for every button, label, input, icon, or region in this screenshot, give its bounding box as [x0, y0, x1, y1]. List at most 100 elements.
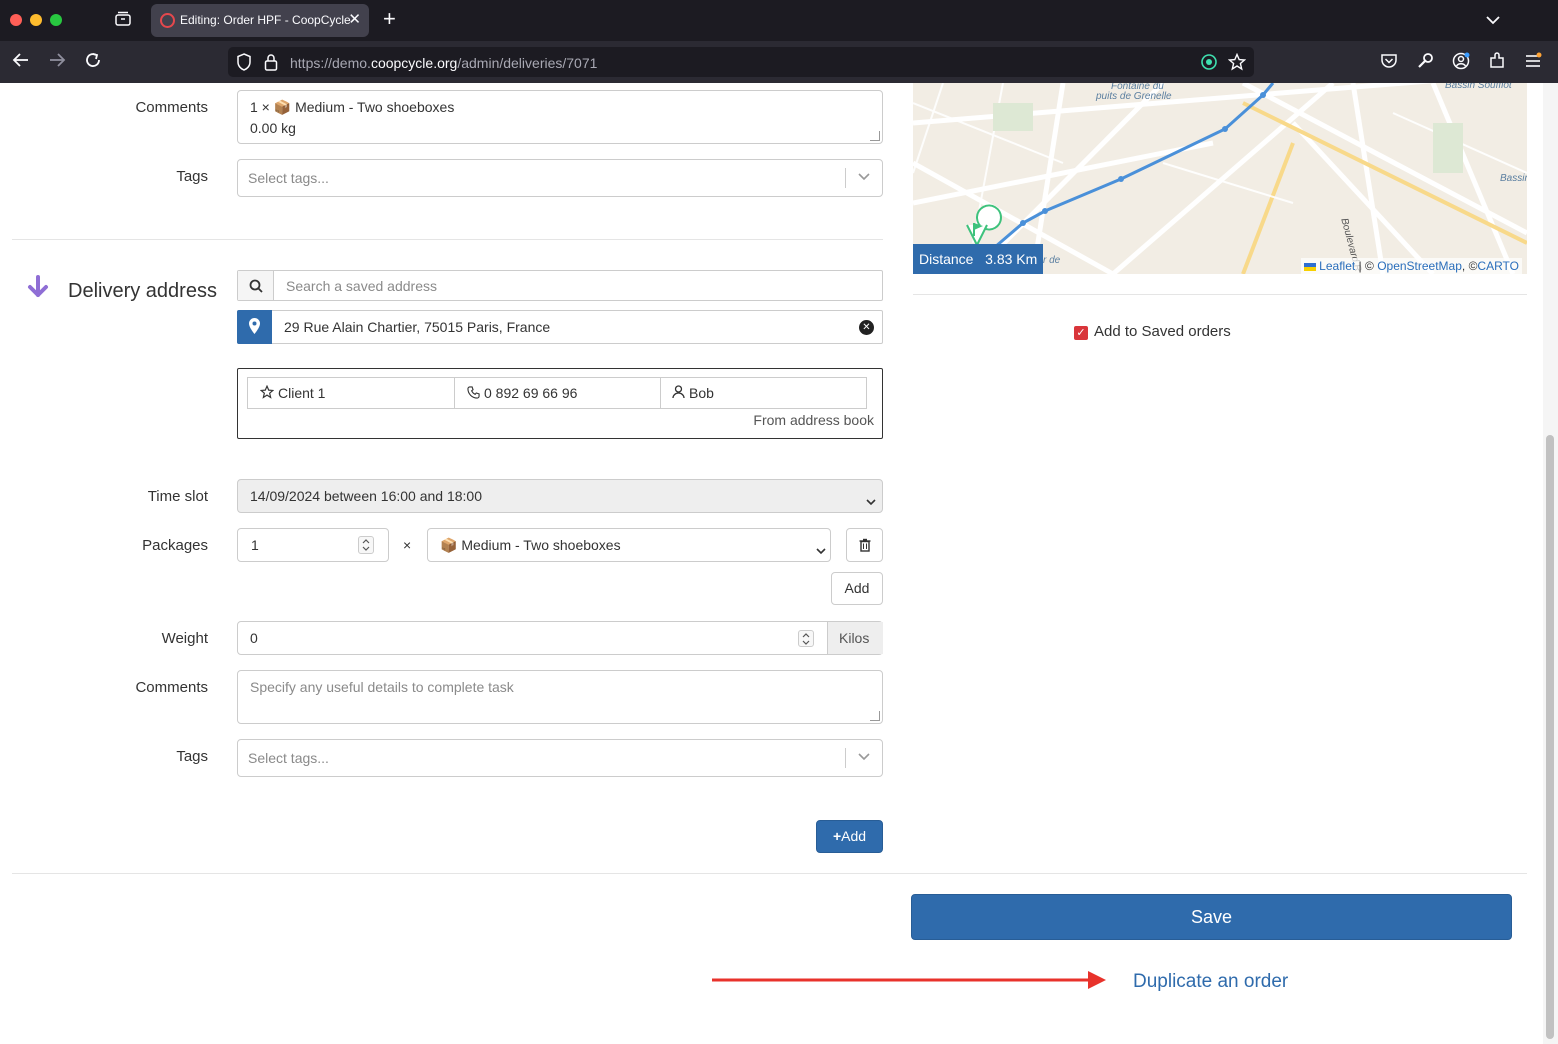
address-details-box: Client 1 0 892 69 66 96 Bob From address… — [237, 368, 883, 439]
duplicate-order-link[interactable]: Duplicate an order — [1133, 971, 1288, 993]
tab-list-chevron-icon[interactable] — [1486, 10, 1500, 30]
shield-icon[interactable] — [236, 53, 252, 74]
tab-overview-icon[interactable] — [114, 11, 132, 33]
contact-name: Client 1 — [278, 385, 326, 401]
pocket-icon[interactable] — [1380, 52, 1398, 75]
saved-orders-checkbox[interactable]: ✓ — [1074, 326, 1088, 340]
tab-close-icon[interactable]: ✕ — [348, 10, 361, 28]
extensions-icon[interactable] — [1488, 52, 1506, 75]
chevron-down-icon — [866, 493, 876, 511]
select-separator — [845, 168, 846, 188]
wrench-icon[interactable] — [1416, 52, 1434, 75]
saved-orders-label[interactable]: Add to Saved orders — [1094, 323, 1231, 340]
annotation-arrow-icon — [712, 969, 1108, 996]
coopcycle-favicon-icon — [160, 13, 175, 28]
pickup-comments-textarea[interactable]: 1 × 📦 Medium - Two shoeboxes 0.00 kg — [237, 90, 883, 144]
resize-grip-icon[interactable] — [870, 131, 880, 141]
search-address-input[interactable]: Search a saved address — [286, 278, 437, 294]
attribution-separator-2: , © — [1461, 259, 1478, 273]
maximize-window-button[interactable] — [50, 14, 62, 26]
contact-row: Client 1 0 892 69 66 96 Bob — [247, 377, 867, 409]
map-pin-icon — [237, 310, 272, 344]
from-address-book-link[interactable]: From address book — [753, 412, 874, 428]
chevron-down-icon — [816, 542, 826, 560]
delivery-comments-textarea[interactable]: Specify any useful details to complete t… — [237, 670, 883, 724]
add-package-button[interactable]: Add — [831, 572, 883, 605]
account-icon[interactable] — [1452, 52, 1470, 75]
divider — [12, 873, 1527, 874]
browser-navbar: https://demo.coopcycle.org/admin/deliver… — [0, 41, 1558, 83]
minimize-window-button[interactable] — [30, 14, 42, 26]
packages-type-value: 📦 Medium - Two shoeboxes — [440, 537, 621, 553]
chevron-down-icon[interactable] — [858, 170, 870, 184]
url-text[interactable]: https://demo.coopcycle.org/admin/deliver… — [290, 55, 597, 71]
weight-label: Weight — [161, 630, 208, 647]
pickup-comments-line1: 1 × 📦 Medium - Two shoeboxes — [250, 99, 455, 115]
search-address-group: Search a saved address — [237, 270, 883, 301]
back-arrow-icon[interactable] — [12, 51, 30, 74]
delivery-tags-select[interactable]: Select tags... — [237, 739, 883, 777]
url-bar[interactable]: https://demo.coopcycle.org/admin/deliver… — [228, 47, 1254, 77]
phone-icon — [467, 386, 480, 404]
route-map[interactable]: Fontaine du puits de Grenelle Bassin Sou… — [913, 83, 1527, 274]
weight-unit-addon: Kilos — [827, 622, 883, 654]
delete-package-button[interactable] — [846, 528, 883, 562]
page-content: Comments 1 × 📦 Medium - Two shoeboxes 0.… — [0, 83, 1558, 1044]
resize-grip-icon[interactable] — [870, 711, 880, 721]
tab-title: Editing: Order HPF - CoopCycle — [180, 13, 351, 27]
pickup-tags-placeholder: Select tags... — [248, 170, 329, 186]
browser-tab-active[interactable]: Editing: Order HPF - CoopCycle ✕ — [151, 4, 369, 37]
arrow-down-icon — [27, 275, 49, 306]
delivery-section-title: Delivery address — [68, 280, 217, 302]
contact-person-field[interactable]: Bob — [661, 378, 867, 408]
distance-label: Distance — [919, 251, 974, 267]
delivery-comments-placeholder: Specify any useful details to complete t… — [250, 679, 514, 695]
pickup-tags-select[interactable]: Select tags... — [237, 159, 883, 197]
packages-type-select[interactable]: 📦 Medium - Two shoeboxes — [427, 528, 831, 562]
browser-titlebar: Editing: Order HPF - CoopCycle ✕ + — [0, 0, 1558, 41]
save-button[interactable]: Save — [911, 894, 1512, 940]
openstreetmap-link[interactable]: OpenStreetMap — [1377, 259, 1462, 273]
lock-icon[interactable] — [264, 53, 278, 74]
time-slot-select[interactable]: 14/09/2024 between 16:00 and 18:00 — [237, 479, 883, 513]
close-window-button[interactable] — [10, 14, 22, 26]
address-input-group: 29 Rue Alain Chartier, 75015 Paris, Fran… — [237, 310, 883, 344]
chevron-down-icon[interactable] — [858, 750, 870, 764]
bookmark-star-icon[interactable] — [1227, 52, 1247, 74]
divider — [12, 239, 883, 240]
weight-stepper-icon[interactable] — [798, 630, 814, 647]
delivery-comments-label: Comments — [135, 679, 208, 696]
scrollbar-thumb[interactable] — [1546, 435, 1554, 1039]
carto-link[interactable]: CARTO — [1477, 259, 1519, 273]
reload-icon[interactable] — [84, 51, 102, 74]
contact-phone-field[interactable]: 0 892 69 66 96 — [455, 378, 661, 408]
map-label-bassin: Bassin — [1500, 173, 1527, 184]
packages-times-sign: × — [403, 537, 412, 553]
time-slot-value: 14/09/2024 between 16:00 and 18:00 — [250, 488, 482, 504]
time-slot-label: Time slot — [147, 488, 208, 505]
weight-input-group: 0 Kilos — [237, 621, 883, 655]
add-task-label: Add — [841, 828, 867, 844]
menu-icon[interactable] — [1524, 52, 1542, 75]
clear-address-icon[interactable]: ✕ — [859, 320, 874, 335]
contact-name-field[interactable]: Client 1 — [248, 378, 455, 408]
pickup-tags-label: Tags — [176, 168, 208, 185]
tracking-protection-icon[interactable] — [1200, 53, 1218, 74]
new-tab-icon[interactable]: + — [383, 8, 396, 30]
add-task-button[interactable]: +Add — [816, 820, 883, 853]
leaflet-link[interactable]: Leaflet — [1319, 259, 1355, 273]
pickup-comments-label: Comments — [135, 99, 208, 116]
map-label-puits: puits de Grenelle — [1096, 91, 1172, 102]
scrollbar[interactable] — [1543, 83, 1558, 1044]
address-input[interactable]: 29 Rue Alain Chartier, 75015 Paris, Fran… — [284, 319, 550, 335]
weight-input[interactable]: 0 — [250, 630, 258, 646]
distance-badge: Distance 3.83 Km — [913, 244, 1044, 274]
packages-quantity-input[interactable]: 1 — [237, 528, 389, 562]
search-icon — [238, 271, 274, 300]
forward-arrow-icon[interactable] — [48, 51, 66, 74]
plus-icon: + — [832, 828, 842, 844]
select-separator — [845, 748, 846, 768]
attribution-separator: | © — [1358, 259, 1374, 273]
packages-quantity-value: 1 — [251, 537, 259, 553]
quantity-stepper-icon[interactable] — [358, 536, 374, 554]
